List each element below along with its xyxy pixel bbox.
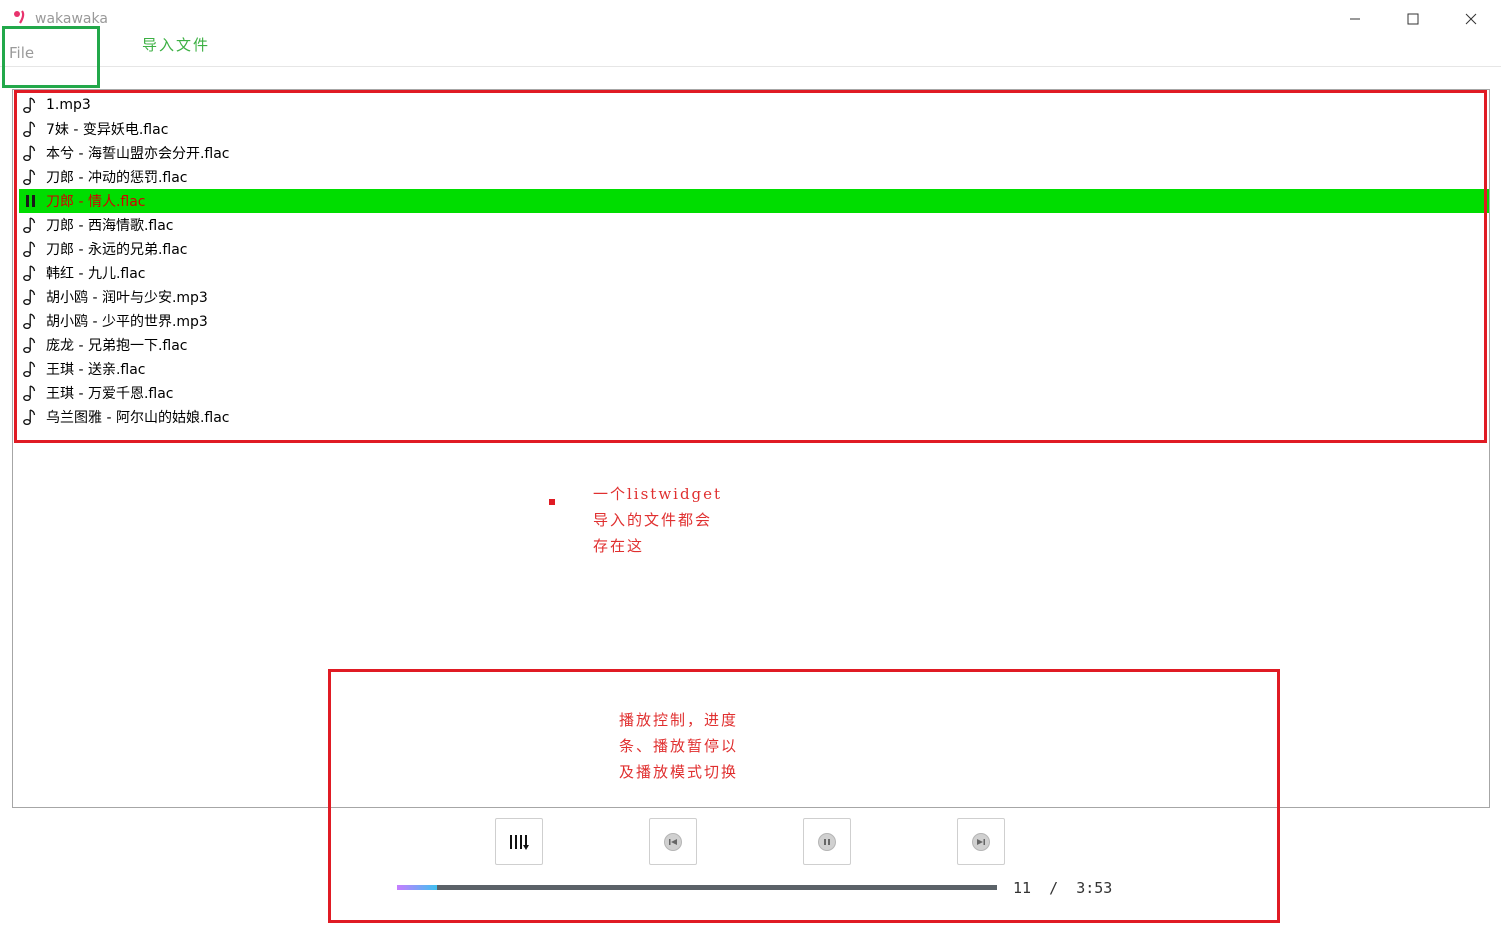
previous-button[interactable] bbox=[649, 818, 697, 865]
close-icon bbox=[1465, 13, 1477, 25]
pause-icon bbox=[818, 832, 836, 851]
next-icon bbox=[972, 832, 990, 851]
annotation-marker bbox=[549, 499, 555, 505]
list-annotation-line: 一个listwidget bbox=[593, 485, 723, 503]
total-time: 3:53 bbox=[1076, 879, 1113, 897]
minimize-button[interactable] bbox=[1326, 0, 1384, 38]
progress-fill bbox=[397, 885, 438, 890]
minimize-icon bbox=[1350, 18, 1360, 20]
list-annotation-line: 存在这 bbox=[593, 537, 645, 555]
time-display: 11 / 3:53 bbox=[1013, 879, 1112, 897]
close-button[interactable] bbox=[1442, 0, 1500, 38]
maximize-button[interactable] bbox=[1384, 0, 1442, 38]
current-time: 11 bbox=[1013, 879, 1032, 897]
window-title: wakawaka bbox=[35, 11, 108, 27]
player-annotation-line: 条、播放暂停以 bbox=[619, 737, 739, 755]
list-highlight-box bbox=[14, 90, 1487, 443]
previous-icon bbox=[664, 832, 682, 851]
menu-highlight-box bbox=[2, 26, 100, 88]
player-annotation-line: 播放控制，进度 bbox=[619, 711, 739, 729]
player-annotation-line: 及播放模式切换 bbox=[619, 763, 739, 781]
time-separator: / bbox=[1049, 879, 1059, 897]
player-annotation: 播放控制，进度 条、播放暂停以 及播放模式切换 bbox=[619, 707, 759, 785]
play-mode-button[interactable] bbox=[495, 818, 543, 865]
pause-button[interactable] bbox=[803, 818, 851, 865]
menu-import-files[interactable]: 导入文件 bbox=[142, 34, 210, 55]
maximize-icon bbox=[1407, 13, 1419, 25]
play-mode-icon bbox=[510, 834, 529, 850]
menu-bar: File 导入文件 bbox=[0, 36, 1501, 67]
next-button[interactable] bbox=[957, 818, 1005, 865]
app-logo-icon bbox=[14, 10, 25, 24]
title-bar: wakawaka bbox=[0, 0, 1501, 38]
progress-bar[interactable] bbox=[397, 885, 997, 890]
list-annotation-line: 导入的文件都会 bbox=[593, 511, 713, 529]
list-annotation: 一个listwidget 导入的文件都会 存在这 bbox=[593, 481, 733, 559]
